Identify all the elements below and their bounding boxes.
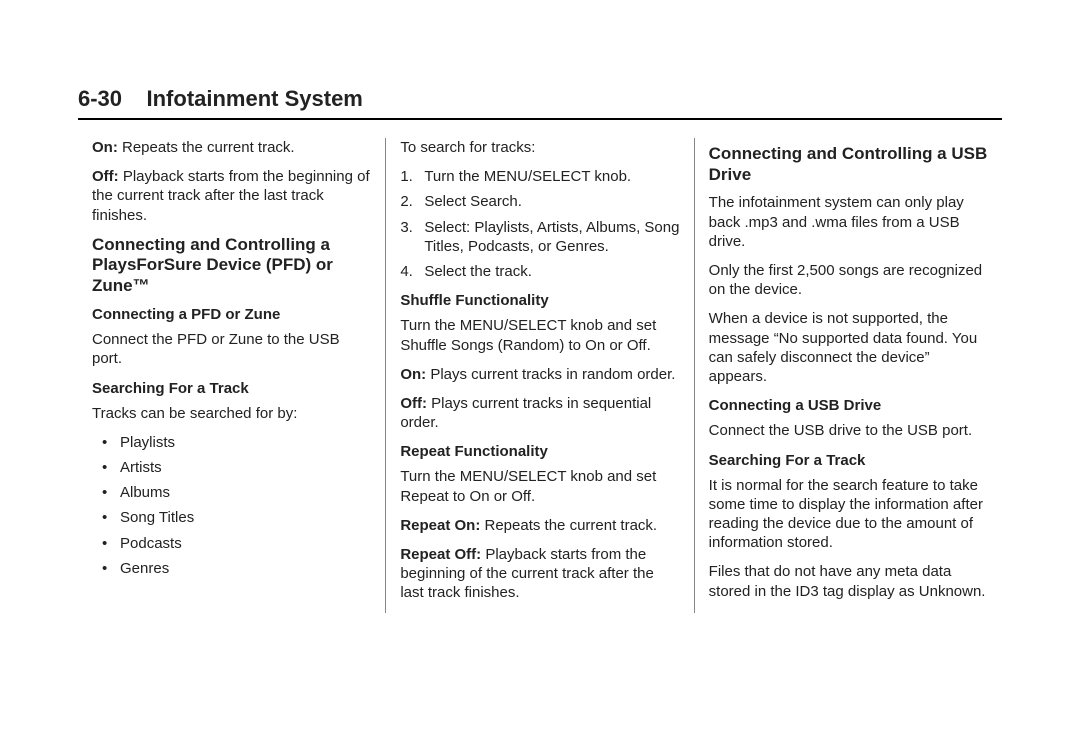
paragraph: Turn the MENU/SELECT knob and set Shuffl…: [400, 316, 679, 354]
text: Turn the MENU/SELECT knob.: [424, 168, 631, 185]
step-number: 2.: [400, 192, 413, 211]
label-off: Off:: [92, 168, 119, 185]
list-item: 1. Turn the MENU/SELECT knob.: [400, 167, 679, 186]
paragraph: Repeat Off: Playback starts from the beg…: [400, 545, 679, 603]
list-item: Genres: [92, 559, 371, 578]
list-item: Albums: [92, 483, 371, 502]
paragraph: Tracks can be searched for by:: [92, 404, 371, 423]
heading-pfd-zune: Connecting and Controlling a PlaysForSur…: [92, 235, 371, 297]
label-on: On:: [400, 366, 426, 383]
paragraph: Off: Plays current tracks in sequential …: [400, 394, 679, 432]
column-3: Connecting and Controlling a USB Drive T…: [694, 138, 1002, 613]
text: Select: Playlists, Artists, Albums, Song…: [424, 219, 679, 255]
step-number: 4.: [400, 262, 413, 281]
text: Repeats the current track.: [480, 517, 657, 534]
paragraph: On: Plays current tracks in random order…: [400, 365, 679, 384]
list-item: 4. Select the track.: [400, 262, 679, 281]
paragraph: The infotainment system can only play ba…: [709, 193, 988, 251]
subheading-connecting-pfd: Connecting a PFD or Zune: [92, 305, 371, 324]
subheading-shuffle: Shuffle Functionality: [400, 291, 679, 310]
list-item: Playlists: [92, 433, 371, 452]
paragraph: Off: Playback starts from the beginning …: [92, 167, 371, 225]
column-2: To search for tracks: 1. Turn the MENU/SE…: [385, 138, 693, 613]
column-1: On: Repeats the current track. Off: Play…: [78, 138, 385, 613]
paragraph: Turn the MENU/SELECT knob and set Repeat…: [400, 467, 679, 505]
text: Playback starts from the beginning of th…: [92, 168, 370, 223]
text: Select Search.: [424, 193, 522, 210]
search-categories-list: Playlists Artists Albums Song Titles Pod…: [92, 433, 371, 578]
label-on: On:: [92, 139, 118, 156]
heading-usb-drive: Connecting and Controlling a USB Drive: [709, 144, 988, 185]
text: Select the track.: [424, 263, 532, 280]
text: Plays current tracks in sequential order…: [400, 395, 651, 431]
paragraph: Only the first 2,500 songs are recognize…: [709, 261, 988, 299]
subheading-searching-track: Searching For a Track: [92, 379, 371, 398]
list-item: 3. Select: Playlists, Artists, Albums, So…: [400, 218, 679, 256]
text: Plays current tracks in random order.: [426, 366, 675, 383]
paragraph: It is normal for the search feature to t…: [709, 476, 988, 553]
paragraph: To search for tracks:: [400, 138, 679, 157]
paragraph: Connect the PFD or Zune to the USB port.: [92, 330, 371, 368]
subheading-searching-track-usb: Searching For a Track: [709, 451, 988, 470]
list-item: Podcasts: [92, 534, 371, 553]
text: Repeats the current track.: [118, 139, 295, 156]
list-item: 2. Select Search.: [400, 192, 679, 211]
label-off: Off:: [400, 395, 427, 412]
label-repeat-on: Repeat On:: [400, 517, 480, 534]
search-steps-list: 1. Turn the MENU/SELECT knob. 2. Select Se…: [400, 167, 679, 281]
section-title: Infotainment System: [147, 86, 363, 112]
manual-page: 6-30 Infotainment System On: Repeats the…: [0, 0, 1080, 673]
columns: On: Repeats the current track. Off: Play…: [78, 138, 1002, 613]
step-number: 3.: [400, 218, 413, 237]
list-item: Artists: [92, 458, 371, 477]
paragraph: When a device is not supported, the mess…: [709, 309, 988, 386]
page-number: 6-30: [78, 86, 122, 112]
subheading-connecting-usb: Connecting a USB Drive: [709, 396, 988, 415]
page-header: 6-30 Infotainment System: [78, 86, 1002, 120]
paragraph: Files that do not have any meta data sto…: [709, 562, 988, 600]
paragraph: Repeat On: Repeats the current track.: [400, 516, 679, 535]
label-repeat-off: Repeat Off:: [400, 546, 481, 563]
paragraph: On: Repeats the current track.: [92, 138, 371, 157]
step-number: 1.: [400, 167, 413, 186]
subheading-repeat: Repeat Functionality: [400, 442, 679, 461]
paragraph: Connect the USB drive to the USB port.: [709, 421, 988, 440]
list-item: Song Titles: [92, 508, 371, 527]
